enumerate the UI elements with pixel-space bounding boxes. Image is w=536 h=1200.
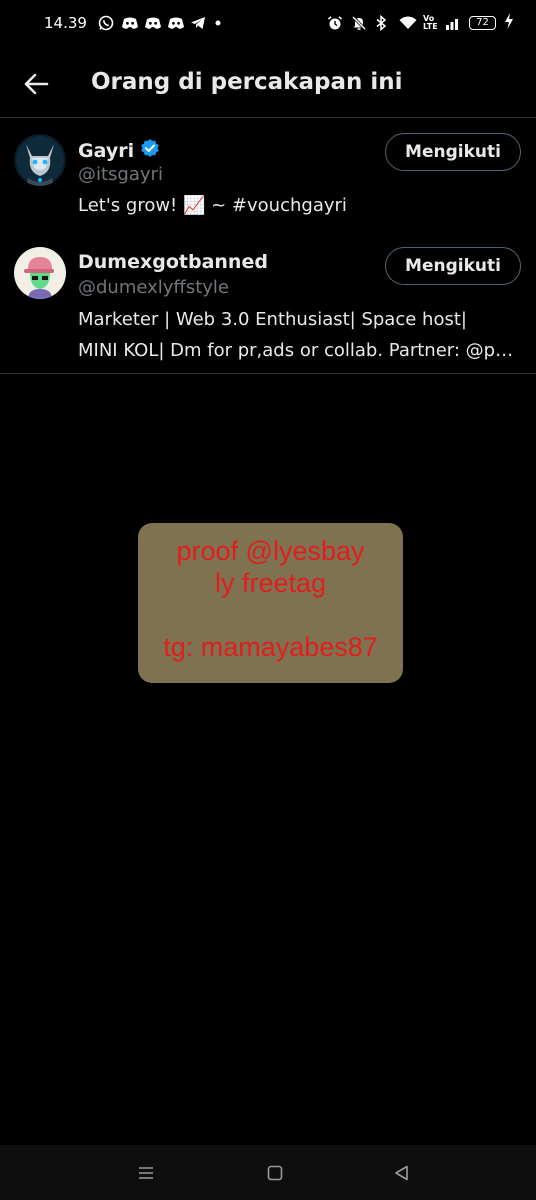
back-icon <box>395 1165 408 1181</box>
arrow-left-icon <box>24 73 49 95</box>
charging-icon <box>504 13 514 33</box>
avatar[interactable] <box>14 247 66 299</box>
user-bio: Let's grow! 📈 ~ #vouchgayri <box>78 190 518 221</box>
user-name-row: Dumexgotbanned <box>78 251 268 273</box>
home-button[interactable] <box>264 1162 286 1184</box>
recents-icon <box>139 1167 153 1179</box>
recents-button[interactable] <box>135 1162 157 1184</box>
discord-icon <box>167 15 184 31</box>
user-name[interactable]: Gayri <box>78 140 134 162</box>
user-list-item[interactable]: Gayri @itsgayri Let's grow! 📈 ~ #vouchga… <box>0 118 536 238</box>
watermark-line: proof @lyesbay <box>176 536 365 566</box>
system-back-button[interactable] <box>391 1162 413 1184</box>
back-button[interactable] <box>20 68 52 100</box>
avatar[interactable] <box>14 134 66 186</box>
volte-label: Vo LTE <box>423 14 438 31</box>
bio-line: Marketer | Web 3.0 Enthusiast| Space hos… <box>78 309 467 330</box>
whatsapp-icon <box>98 15 114 31</box>
page-title: Orang di percakapan ini <box>91 69 403 95</box>
watermark-line: tg: mamayabes87 <box>163 632 378 662</box>
bio-line: MINI KOL| Dm for pr,ads or collab. Partn… <box>78 340 514 361</box>
bluetooth-icon <box>375 14 391 32</box>
user-bio: Marketer | Web 3.0 Enthusiast| Space hos… <box>78 304 518 366</box>
discord-icon <box>144 15 161 31</box>
watermark-line: ly freetag <box>214 568 327 598</box>
header: Orang di percakapan ini <box>0 56 536 112</box>
status-bar: 14.39 Vo LTE 72 <box>0 0 536 48</box>
watermark-overlay: proof @lyesbay ly freetag tg: mamayabes8… <box>138 523 403 683</box>
signal-icon <box>445 15 461 31</box>
divider <box>0 373 536 374</box>
wifi-icon <box>399 15 417 31</box>
home-icon <box>267 1165 283 1181</box>
user-handle: @itsgayri <box>78 164 163 185</box>
user-handle: @dumexlyffstyle <box>78 277 229 298</box>
user-name[interactable]: Dumexgotbanned <box>78 251 268 273</box>
dot-icon <box>213 15 229 31</box>
battery-level: 72 <box>476 17 489 28</box>
discord-icon <box>121 15 138 31</box>
user-name-row: Gayri <box>78 138 160 163</box>
following-button[interactable]: Mengikuti <box>385 133 521 171</box>
following-button[interactable]: Mengikuti <box>385 247 521 285</box>
status-right: Vo LTE 72 <box>327 13 514 33</box>
navigation-bar <box>0 1145 536 1200</box>
telegram-icon <box>190 15 206 31</box>
watermark-gap <box>138 599 403 631</box>
mute-icon <box>351 15 367 31</box>
battery-icon: 72 <box>469 16 496 30</box>
alarm-icon <box>327 15 343 31</box>
status-left: 14.39 <box>44 14 229 32</box>
bio-line: Let's grow! 📈 ~ #vouchgayri <box>78 195 347 216</box>
user-list-item[interactable]: Dumexgotbanned @dumexlyffstyle Marketer … <box>0 238 536 373</box>
status-time: 14.39 <box>44 14 87 32</box>
verified-badge-icon <box>140 138 160 163</box>
